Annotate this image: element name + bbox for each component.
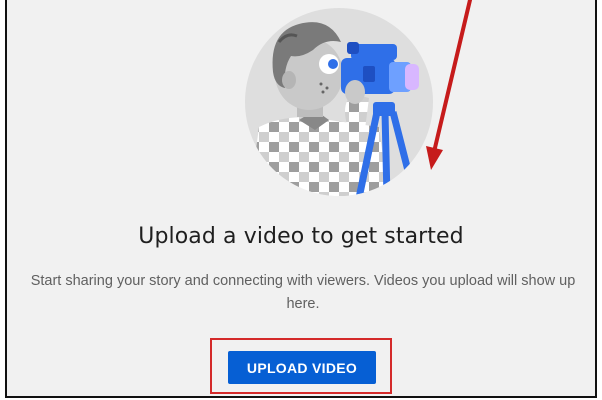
upload-empty-state-panel: Upload a video to get started Start shar… xyxy=(5,0,597,398)
videographer-illustration-icon xyxy=(245,8,433,196)
empty-state-headline: Upload a video to get started xyxy=(138,224,464,249)
empty-state-description: Start sharing your story and connecting … xyxy=(30,273,576,312)
annotation-highlight-box: UPLOAD VIDEO xyxy=(210,338,392,394)
upload-video-button[interactable]: UPLOAD VIDEO xyxy=(228,351,376,384)
